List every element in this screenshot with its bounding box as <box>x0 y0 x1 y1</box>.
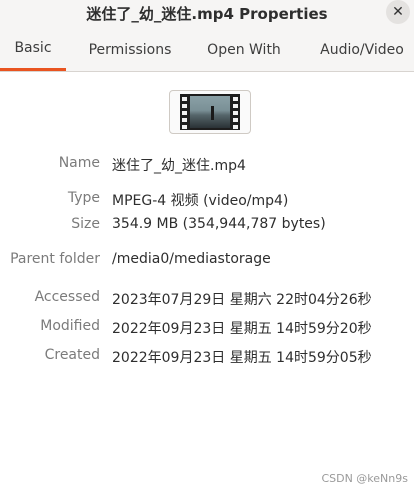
tab-permissions[interactable]: Permissions <box>80 28 180 71</box>
accessed-row: Accessed 2023年07月29日 星期六 22时04分26秒 <box>0 289 414 311</box>
tab-basic[interactable]: Basic <box>0 28 66 71</box>
video-film-icon <box>180 94 240 130</box>
modified-value: 2022年09月23日 星期五 14时59分20秒 <box>112 321 372 337</box>
watermark: CSDN @keNn9s <box>321 472 408 485</box>
modified-label: Modified <box>40 318 100 334</box>
created-label: Created <box>44 347 100 363</box>
video-frame-image <box>190 96 230 128</box>
size-label: Size <box>71 216 100 232</box>
parent-folder-link[interactable]: /media0/mediastorage <box>112 251 271 267</box>
accessed-label: Accessed <box>34 289 100 305</box>
close-icon: ✕ <box>392 4 404 20</box>
name-value[interactable]: 迷住了_幼_迷住.mp4 <box>112 155 246 175</box>
size-value: 354.9 MB (354,944,787 bytes) <box>112 216 326 232</box>
title-bar: 迷住了_幼_迷住.mp4 Properties ✕ <box>0 0 414 28</box>
type-label: Type <box>67 190 100 206</box>
tab-bar: Basic Permissions Open With Audio/Video <box>0 28 414 72</box>
name-label: Name <box>58 155 100 171</box>
type-value: MPEG-4 视频 (video/mp4) <box>112 193 289 209</box>
tab-audio-video[interactable]: Audio/Video <box>312 28 412 71</box>
modified-row: Modified 2022年09月23日 星期五 14时59分20秒 <box>0 318 414 340</box>
name-row: Name 迷住了_幼_迷住.mp4 <box>0 155 414 177</box>
parent-folder-label: Parent folder <box>10 251 100 267</box>
created-row: Created 2022年09月23日 星期五 14时59分05秒 <box>0 347 414 369</box>
accessed-value: 2023年07月29日 星期六 22时04分26秒 <box>112 292 372 308</box>
window-title: 迷住了_幼_迷住.mp4 Properties <box>86 5 328 23</box>
type-row: Type MPEG-4 视频 (video/mp4) <box>0 190 414 212</box>
created-value: 2022年09月23日 星期五 14时59分05秒 <box>112 350 372 366</box>
size-row: Size 354.9 MB (354,944,787 bytes) <box>0 216 414 238</box>
close-button[interactable]: ✕ <box>386 0 410 24</box>
file-thumbnail <box>169 90 251 134</box>
parent-folder-row: Parent folder /media0/mediastorage <box>0 251 414 273</box>
tab-open-with[interactable]: Open With <box>200 28 288 71</box>
